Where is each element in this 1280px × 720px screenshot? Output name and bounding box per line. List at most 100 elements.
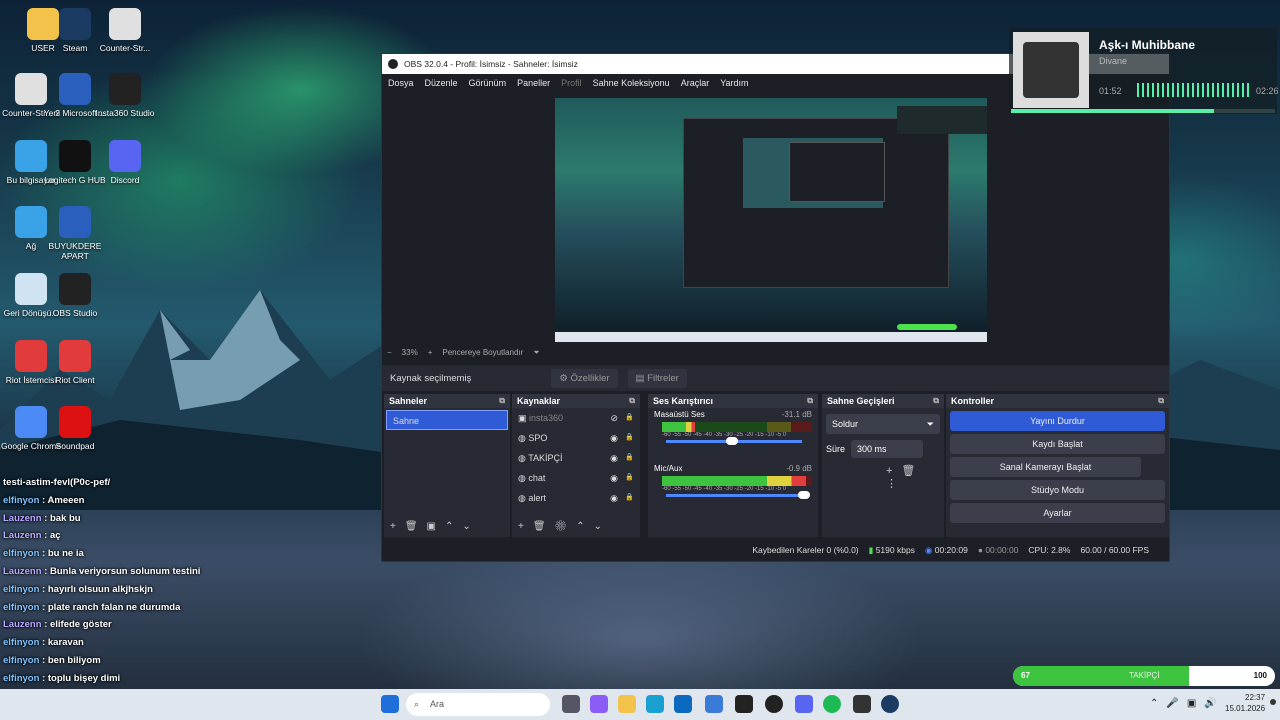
source-item[interactable]: ◍ chat ◉ 🔒 — [512, 468, 640, 488]
notification-icon[interactable] — [1270, 699, 1276, 705]
volume-slider-knob[interactable] — [726, 437, 738, 445]
control-button[interactable]: Yayını Durdur — [950, 411, 1165, 431]
desktop-icon[interactable]: Insta360 Studio — [92, 73, 158, 118]
duration-input[interactable]: 300 ms — [851, 440, 924, 458]
transition-select[interactable]: Soldur ⏷ — [826, 414, 940, 434]
source-item[interactable]: ◍ TAKİPÇİ ◉ 🔒 — [512, 448, 640, 468]
source-type-icon: ◍ — [518, 473, 529, 483]
menu-item[interactable]: Profil — [561, 74, 582, 92]
steam-taskbar-icon[interactable] — [881, 695, 899, 713]
volume-slider[interactable] — [666, 491, 810, 499]
menu-item[interactable]: Görünüm — [469, 74, 507, 92]
chat-text: Bunla veriyorsun solunum testini — [49, 565, 201, 577]
source-type-icon: ◍ — [518, 433, 529, 443]
fit-to-window-button[interactable]: Pencereye Boyutlandır — [442, 348, 523, 358]
menu-item[interactable]: Sahne Koleksiyonu — [593, 74, 670, 92]
store-icon[interactable] — [674, 695, 692, 713]
start-icon[interactable] — [381, 695, 399, 713]
obs-taskbar-icon[interactable] — [765, 695, 783, 713]
desktop-icon[interactable]: BUYUKDERE APART — [42, 206, 108, 261]
eye-icon[interactable]: ⊘ — [610, 408, 618, 428]
menu-item[interactable]: Düzenle — [425, 74, 458, 92]
eye-icon[interactable]: ◉ — [610, 468, 618, 488]
obs-status-bar: Kaybedilen Kareler 0 (%0.0) ▮ 5190 kbps … — [382, 540, 1169, 560]
control-button[interactable]: Sanal Kamerayı Başlat — [950, 457, 1141, 477]
source-toolbar-buttons[interactable]: +🗑⚙⌃⌄ — [518, 521, 611, 532]
chat-user: elfinyon — [3, 672, 40, 684]
source-toolbar: Kaynak seçilmemiş ⚙ Özellikler ▤ Filtrel… — [382, 365, 1169, 391]
menu-item[interactable]: Araçlar — [681, 74, 710, 92]
volume-meter-fill — [662, 476, 806, 486]
edge-icon[interactable] — [646, 695, 664, 713]
volume-slider-knob[interactable] — [798, 491, 810, 499]
chat-message: elfinyon : karavan — [3, 637, 84, 649]
obs-icon — [59, 273, 91, 305]
menu-item[interactable]: Yardım — [720, 74, 748, 92]
volume-slider[interactable] — [666, 437, 802, 445]
chat-text: toplu bişey dimi — [47, 672, 121, 684]
zoom-out-button[interactable]: − — [387, 348, 392, 358]
lock-icon[interactable]: 🔒 — [625, 448, 634, 468]
discord-taskbar-icon[interactable] — [795, 695, 813, 713]
source-type-icon: ◍ — [518, 453, 529, 463]
system-tray-icons[interactable]: ⌃🎤▣🔊 — [1150, 698, 1225, 709]
desktop-icon-label: Insta360 Studio — [95, 108, 155, 118]
scene-toolbar[interactable]: +🗑▣⌃⌄ — [390, 521, 480, 532]
task-view-icon[interactable] — [562, 695, 580, 713]
chevron-down-icon[interactable]: ⏷ — [533, 348, 539, 358]
obs-window[interactable]: OBS 32.0.4 - Profil: İsimsiz - Sahneler:… — [381, 53, 1170, 562]
zoom-bar: − 33% + Pencereye Boyutlandır ⏷ — [387, 348, 540, 358]
cs-icon — [109, 8, 141, 40]
control-button[interactable]: Stüdyo Modu — [950, 480, 1165, 500]
copilot-icon[interactable] — [590, 695, 608, 713]
lock-icon[interactable]: 🔒 — [625, 488, 634, 508]
chat-user: Lauzenn — [3, 512, 42, 524]
source-name: SPO — [528, 433, 548, 443]
source-name: insta360 — [529, 413, 564, 423]
source-item[interactable]: ◍ SPO ◉ 🔒 — [512, 428, 640, 448]
mixer-channel: Masaüstü Ses -31.1 dB -60 -55 -50 -45 -40 … — [648, 408, 818, 462]
spotify-icon[interactable] — [823, 695, 841, 713]
volume-meter-fill — [662, 422, 695, 432]
desktop-icon[interactable]: Counter-Str... — [92, 8, 158, 53]
desktop-icon[interactable]: Soundpad — [42, 406, 108, 451]
chat-text: bu ne ia — [47, 548, 84, 560]
follower-target: 100 — [1253, 671, 1267, 680]
transition-toolbar[interactable]: +🗑⋮ — [886, 464, 944, 490]
control-button[interactable]: Ayarlar — [950, 503, 1165, 523]
eye-icon[interactable]: ◉ — [610, 428, 618, 448]
desktop-icon[interactable]: Riot Client — [42, 340, 108, 385]
search-input[interactable]: ⌕ Ara — [406, 693, 550, 716]
clock[interactable]: 22:37 15.01.2026 — [1225, 692, 1265, 714]
sources-title: Kaynaklar — [512, 394, 640, 408]
chat-message: elfinyon : Ameeen — [3, 494, 85, 506]
menu-item[interactable]: Dosya — [388, 74, 414, 92]
eye-icon[interactable]: ◉ — [610, 488, 618, 508]
chat-message: Lauzenn : elifede göster — [3, 619, 112, 631]
source-item[interactable]: ▣ insta360 ⊘ 🔒 — [512, 408, 640, 428]
bitrate: ▮ 5190 kbps — [868, 544, 915, 555]
source-item[interactable]: ◍ alert ◉ 🔒 — [512, 488, 640, 508]
desktop-icon[interactable]: OBS Studio — [42, 273, 108, 318]
eye-icon[interactable]: ◉ — [610, 448, 618, 468]
zoom-in-button[interactable]: + — [428, 348, 433, 358]
file-explorer-icon[interactable] — [618, 695, 636, 713]
scene-item[interactable]: Sahne — [386, 410, 508, 430]
lock-icon[interactable]: 🔒 — [625, 468, 634, 488]
desktop-icon[interactable]: Discord — [92, 140, 158, 185]
menu-item[interactable]: Paneller — [517, 74, 550, 92]
channel-db: -31.1 dB — [781, 410, 812, 419]
mixer-channel: Mic/Aux -0.9 dB -60 -55 -50 -45 -40 -35 -3… — [648, 462, 818, 516]
lock-icon[interactable]: 🔒 — [625, 408, 634, 428]
volume-meter — [662, 422, 812, 432]
fps: 60.00 / 60.00 FPS — [1080, 545, 1149, 555]
properties-button[interactable]: ⚙ Özellikler — [551, 368, 618, 388]
filters-button[interactable]: ▤ Filtreler — [627, 368, 687, 388]
control-button[interactable]: Kaydı Başlat — [950, 434, 1165, 454]
capcut-icon[interactable] — [735, 695, 753, 713]
obs-preview[interactable] — [555, 98, 987, 342]
epic-games-icon[interactable] — [853, 695, 871, 713]
source-name: chat — [528, 473, 546, 483]
lock-icon[interactable]: 🔒 — [625, 428, 634, 448]
mail-icon[interactable] — [705, 695, 723, 713]
